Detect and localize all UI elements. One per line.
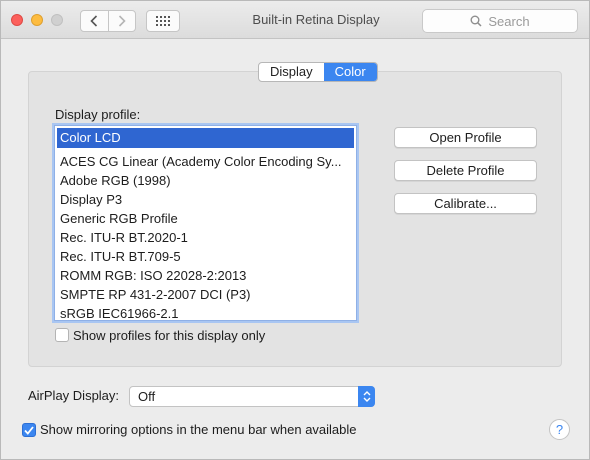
- mirroring-checkbox[interactable]: [22, 423, 36, 437]
- mirroring-label: Show mirroring options in the menu bar w…: [40, 422, 357, 437]
- list-item[interactable]: ACES CG Linear (Academy Color Encoding S…: [57, 153, 354, 171]
- list-item[interactable]: SMPTE RP 431-2-2007 DCI (P3): [57, 286, 354, 304]
- list-item[interactable]: Display P3: [57, 191, 354, 209]
- list-item[interactable]: sRGB IEC61966-2.1: [57, 305, 354, 320]
- forward-button[interactable]: [107, 11, 136, 31]
- title-bar: Built-in Retina Display Search: [1, 1, 589, 39]
- window-title: Built-in Retina Display: [252, 12, 380, 27]
- back-button[interactable]: [81, 11, 108, 31]
- search-icon: [470, 15, 482, 27]
- zoom-window-button[interactable]: [51, 14, 63, 26]
- search-field[interactable]: Search: [422, 9, 578, 33]
- list-item[interactable]: Generic RGB Profile: [57, 210, 354, 228]
- tab-color[interactable]: Color: [323, 63, 377, 81]
- help-button[interactable]: ?: [549, 419, 570, 440]
- close-window-button[interactable]: [11, 14, 23, 26]
- select-arrows-icon: [358, 386, 375, 407]
- list-item-selected[interactable]: Color LCD: [57, 128, 354, 148]
- airplay-value: Off: [138, 389, 156, 404]
- tab-display[interactable]: Display: [259, 63, 324, 81]
- airplay-select[interactable]: Off: [129, 386, 375, 407]
- list-item[interactable]: Rec. ITU-R BT.2020-1: [57, 229, 354, 247]
- tab-bar: Display Color: [258, 62, 378, 82]
- nav-buttons: [80, 10, 136, 32]
- forward-icon: [118, 15, 126, 27]
- delete-profile-button[interactable]: Delete Profile: [394, 160, 537, 181]
- calibrate-button[interactable]: Calibrate...: [394, 193, 537, 214]
- show-profiles-label: Show profiles for this display only: [73, 328, 266, 343]
- list-item[interactable]: Adobe RGB (1998): [57, 172, 354, 190]
- display-profile-label: Display profile:: [55, 107, 141, 122]
- list-item[interactable]: Rec. ITU-R BT.709-5: [57, 248, 354, 266]
- open-profile-button[interactable]: Open Profile: [394, 127, 537, 148]
- show-profiles-checkbox[interactable]: [55, 328, 69, 342]
- airplay-label: AirPlay Display:: [28, 388, 120, 403]
- minimize-window-button[interactable]: [31, 14, 43, 26]
- grid-icon: [156, 16, 170, 26]
- list-item[interactable]: ROMM RGB: ISO 22028-2:2013: [57, 267, 354, 285]
- preferences-window: Built-in Retina Display Search Display C…: [0, 0, 590, 460]
- checkmark-icon: [24, 425, 34, 435]
- back-icon: [90, 15, 98, 27]
- profile-list[interactable]: Color LCD ACES CG Linear (Academy Color …: [54, 125, 357, 321]
- search-placeholder: Search: [488, 13, 530, 29]
- show-all-button[interactable]: [146, 10, 180, 32]
